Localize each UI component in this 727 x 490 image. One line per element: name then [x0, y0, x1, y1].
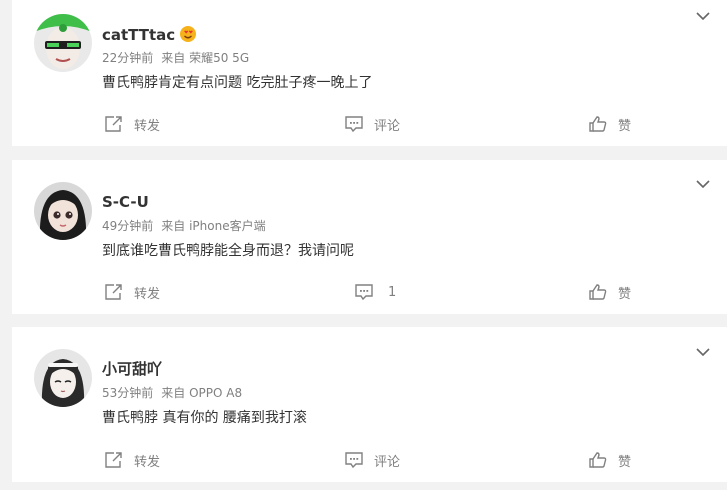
comment-meta: 53分钟前 来自 OPPO A8 [102, 385, 242, 401]
thumbs-up-icon [589, 116, 607, 132]
like-label: 赞 [618, 286, 632, 302]
like-label: 赞 [618, 118, 632, 134]
comment-text: 曹氏鸭脖肯定有点问题 吃完肚子疼一晚上了 [102, 75, 373, 91]
username-text[interactable]: 小可甜吖 [102, 360, 162, 378]
forward-button[interactable]: 转发 [104, 114, 160, 134]
comment-feed: catTTtac 22分钟前 来自 荣耀50 5G 曹氏鸭脖肯定有点问题 吃完肚子… [0, 0, 727, 490]
forward-button[interactable]: 转发 [104, 450, 160, 470]
share-icon [105, 116, 122, 132]
comment-icon [345, 452, 363, 469]
comment-label: 评论 [374, 454, 401, 470]
share-icon [105, 452, 122, 468]
share-icon [105, 284, 122, 300]
comment-icon [345, 116, 363, 133]
comment-icon [355, 284, 373, 301]
comment-text: 到底谁吃曹氏鸭脖能全身而退？我请问呢 [102, 243, 354, 259]
comment-button[interactable]: 1 [354, 282, 396, 302]
comment-source: 来自 OPPO A8 [161, 386, 243, 400]
forward-button[interactable]: 转发 [104, 282, 160, 302]
comment-meta: 22分钟前 来自 荣耀50 5G [102, 50, 249, 66]
chevron-down-icon[interactable] [695, 178, 711, 190]
avatar-green-sunglasses-icon [34, 14, 92, 72]
username-text[interactable]: S-C-U [102, 193, 149, 211]
comment-card: S-C-U 49分钟前 来自 iPhone客户端 到底谁吃曹氏鸭脖能全身而退？我请… [12, 160, 727, 314]
comment-meta: 49分钟前 来自 iPhone客户端 [102, 218, 266, 234]
avatar[interactable] [34, 349, 92, 407]
forward-label: 转发 [134, 286, 161, 302]
like-button[interactable]: 赞 [588, 282, 631, 302]
forward-label: 转发 [134, 118, 161, 134]
comment-label: 评论 [374, 118, 401, 134]
comment-time: 49分钟前 [102, 219, 154, 233]
avatar-doll-face-icon [34, 182, 92, 240]
comment-time: 22分钟前 [102, 51, 154, 65]
like-button[interactable]: 赞 [588, 450, 631, 470]
like-button[interactable]: 赞 [588, 114, 631, 134]
thumbs-up-icon [589, 284, 607, 300]
comment-source: 来自 荣耀50 5G [161, 51, 250, 65]
avatar[interactable] [34, 14, 92, 72]
avatar-anime-girl-icon [34, 349, 92, 407]
comment-card: catTTtac 22分钟前 来自 荣耀50 5G 曹氏鸭脖肯定有点问题 吃完肚子… [12, 0, 727, 146]
heart-eyes-emoji-icon [180, 26, 197, 42]
username[interactable]: S-C-U [102, 193, 149, 211]
username[interactable]: 小可甜吖 [102, 360, 162, 378]
comment-source: 来自 iPhone客户端 [161, 219, 266, 233]
forward-label: 转发 [134, 454, 161, 470]
comment-time: 53分钟前 [102, 386, 154, 400]
thumbs-up-icon [589, 452, 607, 468]
comment-button[interactable]: 评论 [344, 450, 400, 470]
comment-card: 小可甜吖 53分钟前 来自 OPPO A8 曹氏鸭脖 真有你的 腰痛到我打滚 转发… [12, 327, 727, 482]
username-text[interactable]: catTTtac [102, 26, 175, 44]
avatar[interactable] [34, 182, 92, 240]
like-label: 赞 [618, 454, 632, 470]
chevron-down-icon[interactable] [695, 10, 711, 22]
comment-text: 曹氏鸭脖 真有你的 腰痛到我打滚 [102, 410, 307, 426]
chevron-down-icon[interactable] [695, 346, 711, 358]
username[interactable]: catTTtac [102, 25, 197, 44]
comment-button[interactable]: 评论 [344, 114, 400, 134]
comment-count: 1 [388, 284, 397, 300]
